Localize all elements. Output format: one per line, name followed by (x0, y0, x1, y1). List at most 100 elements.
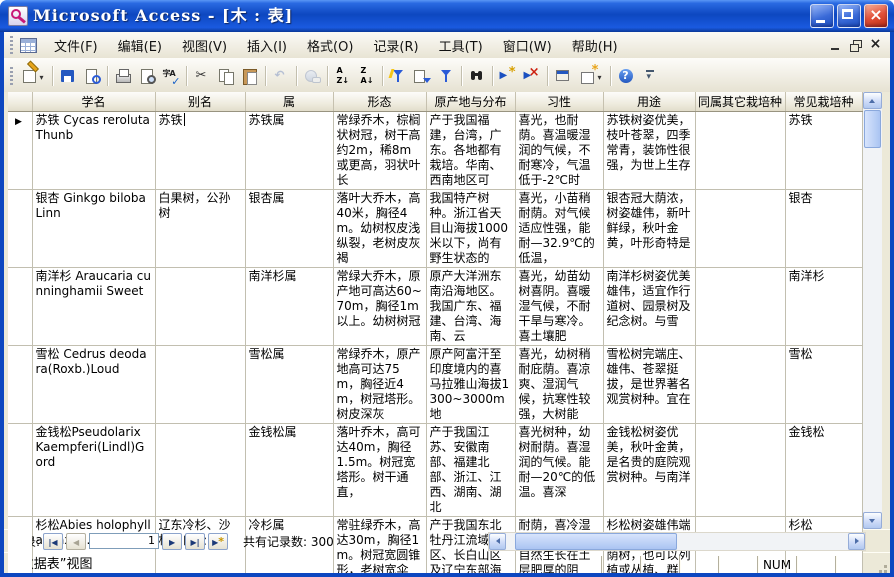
file-search-button[interactable] (80, 65, 104, 87)
view-button[interactable] (17, 65, 49, 87)
table-cell[interactable]: 苏铁树姿优美，枝叶苍翠，四季常青，装饰性很强，为世上生存 (603, 111, 696, 190)
spelling-button[interactable] (159, 65, 183, 87)
table-cell[interactable]: 南洋杉 Araucaria cunninghamii Sweet (32, 267, 156, 346)
column-header[interactable]: 用途 (603, 92, 696, 112)
row-selector[interactable] (8, 189, 33, 268)
table-cell[interactable]: 产于我国福建，台湾，广东。各地都有栽培。华南、西南地区可 (426, 111, 516, 190)
table-cell[interactable]: 银杏 Ginkgo biloba Linn (32, 189, 156, 268)
menu-format[interactable]: 格式(O) (297, 33, 363, 58)
table-cell[interactable]: 原产阿富汗至印度境内的喜马拉雅山海拔1300~3000m地 (426, 345, 516, 424)
table-cell[interactable] (695, 111, 786, 190)
vertical-scroll-thumb[interactable] (863, 110, 881, 148)
print-preview-button[interactable] (135, 65, 159, 87)
table-cell[interactable]: 南洋杉 (785, 267, 863, 346)
table-cell[interactable]: 银杏属 (245, 189, 334, 268)
row-selector[interactable] (8, 423, 33, 517)
table-cell[interactable] (695, 345, 786, 424)
table-cell[interactable] (155, 267, 246, 346)
insert-hyperlink-button[interactable] (300, 65, 324, 87)
delete-record-button[interactable] (520, 65, 544, 87)
table-cell[interactable]: 金钱松Pseudolarix Kaempferi(Lindl)Gord (32, 423, 156, 517)
copy-button[interactable] (214, 65, 238, 87)
close-button[interactable] (864, 4, 888, 28)
filter-by-form-button[interactable] (410, 65, 434, 87)
table-cell[interactable]: 金钱松树姿优美，秋叶金黄，是名贵的庭院观赏树种。与南洋 (603, 423, 696, 517)
table-cell[interactable]: 苏铁 Cycas reroluta Thunb (32, 111, 156, 190)
menubar-grip[interactable] (10, 36, 13, 54)
table-cell[interactable]: 苏铁 (785, 111, 863, 190)
titlebar[interactable]: Microsoft Access - [木 : 表] (0, 0, 894, 32)
record-number-input[interactable] (89, 533, 160, 549)
database-window-button[interactable] (551, 65, 575, 87)
column-header[interactable]: 形态 (333, 92, 427, 112)
table-cell[interactable]: 金钱松 (785, 423, 863, 517)
table-cell[interactable]: 雪松 (785, 345, 863, 424)
table-cell[interactable]: 产于我国江苏、安徽南部、福建北部、浙江、江西、湖南、湖北 (426, 423, 516, 517)
table-cell[interactable]: 雪松 Cedrus deodara(Roxb.)Loud (32, 345, 156, 424)
table-cell[interactable]: 落叶乔木，高可达40m，胸径1.5m。树冠宽塔形。树干通直， (333, 423, 427, 517)
resize-grip[interactable] (874, 553, 890, 573)
table-cell[interactable]: 南洋杉树姿优美雄伟，适宜作行道树、园景树及纪念树。与雪 (603, 267, 696, 346)
toolbar-options-button[interactable] (638, 65, 662, 87)
menu-help[interactable]: 帮助(H) (562, 33, 628, 58)
vertical-scrollbar[interactable] (862, 92, 882, 529)
next-record-button[interactable] (162, 532, 183, 550)
table-cell[interactable]: 金钱松属 (245, 423, 334, 517)
table-cell[interactable]: 落叶大乔木，高40米，胸径4m。幼树权皮浅纵裂，老树皮灰褐 (333, 189, 427, 268)
menu-view[interactable]: 视图(V) (172, 33, 237, 58)
table-cell[interactable]: 喜光，幼树稍耐庇荫。喜凉爽、湿润气候，抗寒性较强，大树能 (515, 345, 604, 424)
table-cell[interactable]: 原产大洋洲东南沿海地区。我国广东、福建、台湾、海南、云 (426, 267, 516, 346)
table-cell[interactable]: 白果树，公孙树 (155, 189, 246, 268)
table-cell[interactable]: 常绿乔木，原产地高可达75m，胸径近4m，树冠塔形。树皮深灰 (333, 345, 427, 424)
row-selector[interactable] (8, 516, 33, 573)
table-cell[interactable] (695, 423, 786, 517)
column-header[interactable]: 属 (245, 92, 334, 112)
mdi-close-button[interactable] (867, 36, 884, 53)
print-button[interactable] (111, 65, 135, 87)
menu-file[interactable]: 文件(F) (44, 33, 108, 58)
table-cell[interactable]: 喜光，也耐荫。喜温暖湿润的气候，不耐寒冷，气温低于-2℃时 (515, 111, 604, 190)
menu-window[interactable]: 窗口(W) (493, 33, 562, 58)
help-button[interactable] (614, 65, 638, 87)
column-header[interactable]: 学名 (32, 92, 156, 112)
first-record-button[interactable] (43, 532, 64, 550)
table-cell[interactable]: 常绿乔木，棕榈状树冠，树干高约2m，稀8m或更高，羽状叶长 (333, 111, 427, 190)
mdi-minimize-button[interactable] (827, 38, 844, 53)
apply-filter-button[interactable] (434, 65, 458, 87)
table-cell[interactable]: 雪松树完端庄、雄伟、苍翠挺拔，是世界著名观赏树种。宜在 (603, 345, 696, 424)
table-cell[interactable] (155, 345, 246, 424)
table-cell[interactable]: 苏铁 (155, 111, 246, 190)
toolbar-grip[interactable] (10, 67, 13, 85)
row-selector[interactable] (8, 267, 33, 346)
column-header[interactable]: 原产地与分布 (426, 92, 516, 112)
column-header[interactable]: 习性 (515, 92, 604, 112)
table-cell[interactable] (155, 423, 246, 517)
table-cell[interactable]: 银杏 (785, 189, 863, 268)
row-selector[interactable] (8, 345, 33, 424)
menu-records[interactable]: 记录(R) (363, 33, 428, 58)
scroll-right-button[interactable] (848, 532, 865, 550)
new-record-button[interactable] (208, 532, 229, 550)
table-cell[interactable]: 银杏冠大荫浓，树姿雄伟，新叶鲜绿，秋叶金黄，叶形奇特是 (603, 189, 696, 268)
scroll-up-button[interactable] (862, 92, 882, 109)
mdi-restore-button[interactable] (847, 38, 864, 53)
paste-button[interactable] (238, 65, 262, 87)
sort-descending-button[interactable] (355, 65, 379, 87)
table-cell[interactable]: 喜光树种，幼树耐荫。喜湿润的气候。能耐—20℃的低温。喜深 (515, 423, 604, 517)
menu-tools[interactable]: 工具(T) (429, 33, 493, 58)
column-header[interactable]: 同属其它栽培种 (695, 92, 786, 112)
save-button[interactable] (56, 65, 80, 87)
scroll-left-button[interactable] (489, 532, 506, 550)
new-record-button[interactable] (496, 65, 520, 87)
horizontal-scroll-thumb[interactable] (515, 532, 677, 550)
row-selector[interactable] (8, 111, 33, 190)
last-record-button[interactable] (185, 532, 206, 550)
table-cell[interactable]: 雪松属 (245, 345, 334, 424)
horizontal-scrollbar[interactable] (488, 531, 866, 551)
scroll-down-button[interactable] (862, 512, 882, 529)
table-cell[interactable]: 喜光，小苗稍耐荫。对气候适应性强，能耐—32.9℃的低温， (515, 189, 604, 268)
filter-by-selection-button[interactable] (386, 65, 410, 87)
table-cell[interactable]: 喜光，幼苗幼树喜阴。喜暖湿气候，不耐干旱与寒冷。喜土壤肥 (515, 267, 604, 346)
sort-ascending-button[interactable] (331, 65, 355, 87)
vertical-scroll-track[interactable] (863, 109, 882, 512)
